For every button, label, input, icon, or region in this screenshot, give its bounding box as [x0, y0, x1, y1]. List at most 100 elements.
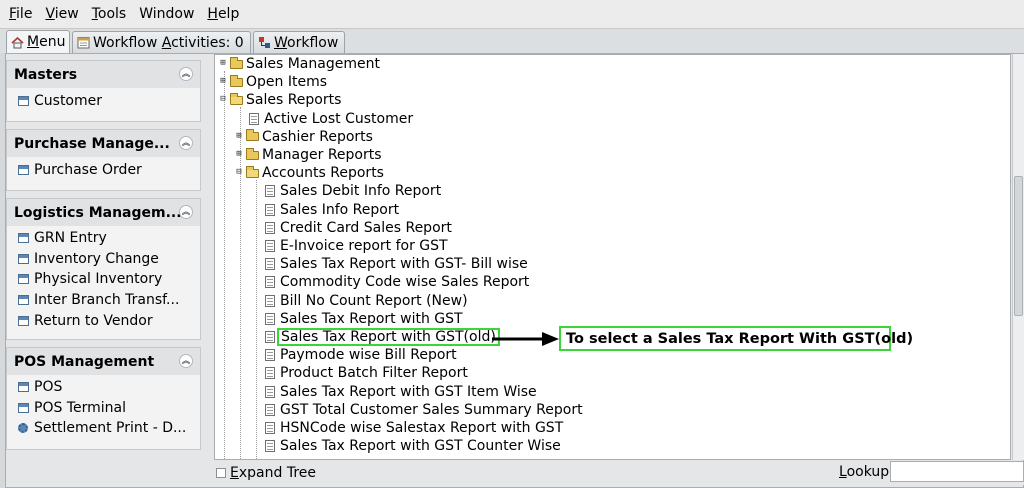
window-icon	[18, 165, 29, 176]
folder-icon	[246, 129, 259, 142]
tab-strip: Menu Workflow Activities: 0 Workflow	[0, 29, 1024, 53]
nav-item-return-to-vendor[interactable]: Return to Vendor	[7, 310, 200, 331]
section-purchase-management: Purchase Manage... ︽ Purchase Order	[6, 129, 201, 191]
section-header[interactable]: Masters ︽	[7, 61, 200, 88]
tree-leaf-report[interactable]: HSNCode wise Salestax Report with GST	[265, 419, 563, 437]
window-icon	[18, 402, 29, 413]
document-icon	[265, 258, 275, 271]
tree-leaf-report[interactable]: Sales Tax Report with GST Item Wise	[265, 383, 537, 401]
nav-item-physical-inventory[interactable]: Physical Inventory	[7, 269, 200, 290]
collapse-icon[interactable]: ︽	[179, 354, 193, 368]
window-icon	[18, 96, 29, 107]
tree-leaf-report[interactable]: Sales Tax Report with GST- Bill wise	[265, 255, 528, 273]
lookup-label: Lookup	[839, 464, 890, 480]
calendar-icon	[77, 36, 90, 49]
document-icon	[265, 403, 275, 416]
document-icon	[265, 185, 275, 198]
tree-leaf-report[interactable]: Product Batch Filter Report	[265, 364, 468, 382]
tab-workflow[interactable]: Workflow	[253, 31, 345, 53]
collapse-icon[interactable]: ︽	[179, 205, 193, 219]
section-header[interactable]: Purchase Manage... ︽	[7, 130, 200, 157]
document-icon	[265, 440, 275, 453]
menu-help[interactable]: Help	[202, 0, 247, 29]
nav-item-pos[interactable]: POS	[7, 377, 200, 398]
folder-icon	[246, 147, 259, 160]
tree-leaf-report[interactable]: Credit Card Sales Report	[265, 219, 452, 237]
nav-item-purchase-order[interactable]: Purchase Order	[7, 160, 200, 181]
folder-open-icon	[230, 92, 243, 105]
expand-icon[interactable]: ⊞	[219, 59, 227, 68]
tree-leaf-report[interactable]: Sales Tax Report with GST Counter Wise	[265, 437, 561, 455]
tab-menu[interactable]: Menu	[6, 30, 70, 53]
document-icon	[265, 331, 275, 344]
nav-item-customer[interactable]: Customer	[7, 91, 200, 112]
tree-leaf-report[interactable]: Paymode wise Bill Report	[265, 346, 457, 364]
collapse-tree-icon[interactable]: ⊟	[219, 95, 227, 104]
document-icon	[249, 112, 259, 125]
nav-item-grn-entry[interactable]: GRN Entry	[7, 228, 200, 249]
tab-workflow-activities[interactable]: Workflow Activities: 0	[72, 31, 251, 53]
collapse-icon[interactable]: ︽	[179, 136, 193, 150]
folder-icon	[230, 74, 243, 87]
document-icon	[265, 240, 275, 253]
gear-icon	[18, 423, 28, 434]
folder-open-icon	[246, 165, 259, 178]
tree-leaf-report[interactable]: E-Invoice report for GST	[265, 237, 448, 255]
tree-node-active-lost-customer[interactable]: Active Lost Customer	[249, 110, 413, 128]
tree-leaf-report[interactable]: Sales Debit Info Report	[265, 182, 441, 200]
nav-item-settlement-print[interactable]: Settlement Print - D...	[7, 418, 200, 439]
tree-node-cashier-reports[interactable]: ⊞ Cashier Reports	[235, 128, 373, 146]
window-icon	[18, 295, 29, 306]
tree-node-open-items[interactable]: ⊞ Open Items	[219, 73, 327, 91]
tree-node-accounts-reports[interactable]: ⊟ Accounts Reports	[235, 164, 384, 182]
expand-icon[interactable]: ⊞	[235, 131, 243, 141]
tree-leaf-report[interactable]: Bill No Count Report (New)	[265, 292, 468, 310]
lookup-input[interactable]	[890, 461, 1024, 482]
document-icon	[265, 276, 275, 289]
document-icon	[265, 312, 275, 325]
expand-tree-label[interactable]: Expand Tree	[230, 465, 316, 481]
window-icon	[18, 382, 29, 393]
document-icon	[265, 422, 275, 435]
bottom-bar: Expand Tree Lookup	[214, 461, 1024, 485]
annotation-callout: To select a Sales Tax Report With GST(ol…	[559, 326, 913, 351]
expand-icon[interactable]: ⊞	[235, 150, 243, 159]
section-pos-management: POS Management ︽ POS POS Terminal Settlem…	[6, 347, 201, 450]
menu-file[interactable]: File	[4, 0, 40, 29]
workflow-icon	[258, 36, 271, 49]
document-icon	[265, 367, 275, 380]
report-tree: ⊞ Sales Management ⊞ Open Items ⊟ Sales Rep…	[214, 54, 1011, 460]
menubar: File View Tools Window Help	[0, 0, 1024, 29]
document-icon	[265, 349, 275, 362]
document-icon	[265, 294, 275, 307]
folder-icon	[230, 56, 243, 69]
tree-scrollbar[interactable]	[1012, 54, 1024, 460]
nav-item-inter-branch-transfer[interactable]: Inter Branch Transf...	[7, 290, 200, 311]
annotation-arrow-icon	[492, 332, 559, 346]
section-header[interactable]: POS Management ︽	[7, 348, 200, 375]
tree-leaf-report[interactable]: Sales Info Report	[265, 201, 399, 219]
nav-item-pos-terminal[interactable]: POS Terminal	[7, 398, 200, 419]
window-icon	[18, 253, 29, 264]
tree-leaf-report[interactable]: GST Total Customer Sales Summary Report	[265, 401, 583, 419]
window-icon	[18, 315, 29, 326]
section-header[interactable]: Logistics Managem... ︽	[7, 199, 200, 226]
expand-tree-checkbox[interactable]	[216, 468, 226, 478]
expand-icon[interactable]: ⊞	[219, 77, 227, 86]
collapse-icon[interactable]: ︽	[179, 67, 193, 81]
tree-leaf-report-selected[interactable]: Sales Tax Report with GST(old)	[265, 328, 500, 347]
menu-view[interactable]: View	[40, 0, 86, 29]
window-icon	[18, 233, 29, 244]
tree-node-sales-reports[interactable]: ⊟ Sales Reports	[219, 91, 341, 109]
home-icon	[11, 36, 24, 49]
nav-item-inventory-change[interactable]: Inventory Change	[7, 249, 200, 270]
menu-window[interactable]: Window	[134, 0, 202, 29]
menu-tools[interactable]: Tools	[87, 0, 135, 29]
tree-node-manager-reports[interactable]: ⊞ Manager Reports	[235, 146, 381, 164]
scrollbar-thumb[interactable]	[1014, 176, 1023, 316]
collapse-tree-icon[interactable]: ⊟	[235, 168, 243, 177]
tree-leaf-report[interactable]: Sales Tax Report with GST	[265, 310, 463, 328]
tree-node-sales-management[interactable]: ⊞ Sales Management	[219, 55, 380, 73]
highlight-box[interactable]: Sales Tax Report with GST(old)	[277, 328, 500, 347]
tree-leaf-report[interactable]: Commodity Code wise Sales Report	[265, 273, 529, 291]
